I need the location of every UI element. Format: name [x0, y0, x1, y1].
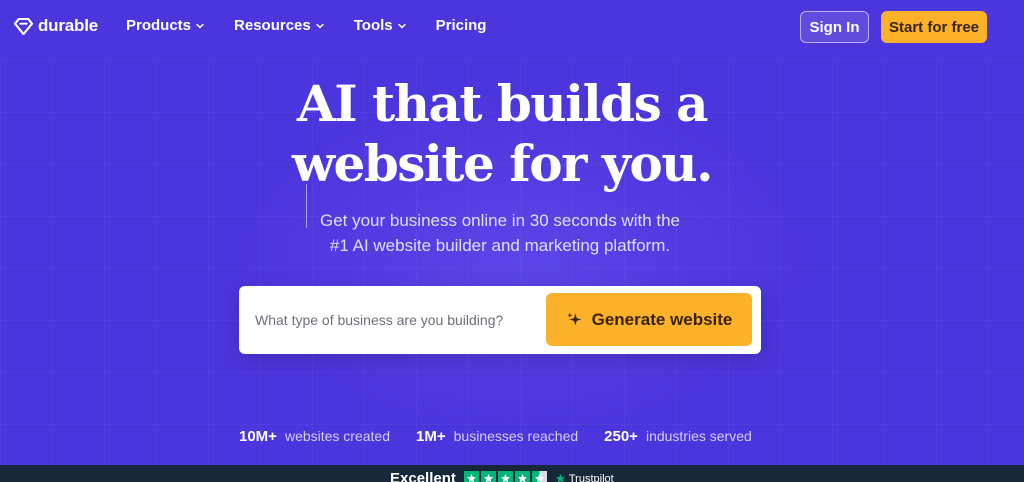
- trustpilot-label: Trustpilot: [568, 472, 614, 482]
- nav-item-label: Products: [126, 17, 192, 34]
- nav-item-label: Pricing: [435, 17, 487, 34]
- stat-label: industries served: [645, 428, 752, 444]
- star-icon: [463, 471, 479, 482]
- headline-line-1: AI that builds a: [296, 74, 709, 133]
- stats-row: 10M+ websites created 1M+ businesses rea…: [239, 428, 778, 445]
- trustpilot-brand: Trustpilot: [555, 473, 614, 482]
- start-for-free-button[interactable]: Start for free: [881, 11, 987, 43]
- nav-item-label: Resources: [234, 17, 311, 34]
- brand-logo[interactable]: durable: [14, 16, 98, 36]
- nav-item-tools[interactable]: Tools: [354, 17, 407, 34]
- stat-value: 250+: [604, 428, 638, 445]
- stat-label: businesses reached: [453, 428, 579, 444]
- trustpilot-bar: Excellent Trustpilot: [0, 465, 1024, 482]
- top-nav: durable Products Resources Tools Pricing…: [0, 0, 1024, 54]
- star-icon: [480, 471, 496, 482]
- business-search-form: Generate website: [239, 286, 761, 354]
- rating-stars: [463, 471, 547, 482]
- stat-item: 250+ industries served: [604, 428, 752, 445]
- chevron-down-icon: [196, 23, 204, 29]
- sparkle-icon: [566, 312, 581, 326]
- hero-headline: AI that builds a website for you.: [0, 74, 1004, 194]
- star-icon: [514, 471, 530, 482]
- subheadline-line-2: #1 AI website builder and marketing plat…: [329, 236, 671, 255]
- stat-label: websites created: [284, 428, 391, 444]
- stat-item: 10M+ websites created: [239, 428, 390, 445]
- rating-text: Excellent: [390, 470, 456, 482]
- sign-in-button[interactable]: Sign In: [800, 11, 869, 43]
- stat-value: 1M+: [416, 428, 446, 445]
- nav-links: Products Resources Tools Pricing: [126, 17, 515, 34]
- nav-item-pricing[interactable]: Pricing: [436, 17, 487, 34]
- subheadline-line-1: Get your business online in 30 seconds w…: [319, 211, 681, 230]
- hero-subheadline: Get your business online in 30 seconds w…: [0, 208, 1000, 258]
- nav-item-label: Tools: [353, 17, 393, 34]
- diamond-logo-icon: [14, 17, 33, 35]
- stat-value: 10M+: [239, 428, 277, 445]
- chevron-down-icon: [397, 23, 406, 29]
- generate-website-button[interactable]: Generate website: [546, 293, 752, 346]
- chevron-down-icon: [315, 23, 324, 29]
- stat-item: 1M+ businesses reached: [416, 428, 578, 445]
- brand-name: durable: [38, 16, 99, 35]
- star-icon: [497, 471, 513, 482]
- half-star-icon: [531, 471, 547, 482]
- nav-item-resources[interactable]: Resources: [234, 17, 325, 34]
- headline-line-2: website for you.: [291, 134, 714, 193]
- trustpilot-widget[interactable]: Excellent Trustpilot: [390, 470, 614, 482]
- business-type-input[interactable]: [255, 306, 545, 334]
- trustpilot-star-icon: [555, 473, 565, 482]
- generate-website-label: Generate website: [591, 309, 733, 329]
- nav-item-products[interactable]: Products: [126, 17, 205, 34]
